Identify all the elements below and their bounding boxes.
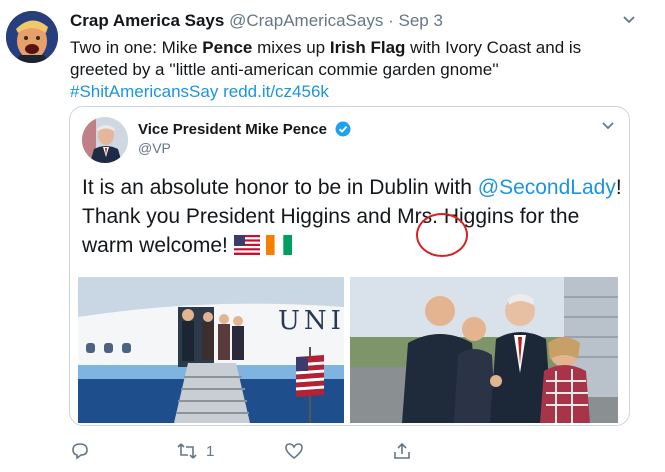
greeting-photo-image [350, 277, 618, 423]
quoted-tweet-card[interactable]: Vice President Mike Pence @VP It is an a… [69, 106, 630, 426]
separator: · [388, 11, 394, 30]
tweet-text-bold: Pence [202, 38, 253, 57]
svg-text:UNI: UNI [278, 306, 344, 336]
chevron-down-icon[interactable] [619, 10, 639, 30]
tweet-text-part: Two in one: Mike [70, 38, 203, 57]
like-icon [285, 443, 303, 460]
url-link[interactable]: redd.it/cz456k [223, 82, 329, 101]
quoted-avatar[interactable] [82, 117, 128, 163]
mention-link[interactable]: @SecondLady [478, 176, 616, 199]
author-name[interactable]: Crap America Says [70, 11, 224, 30]
avatar-image [6, 11, 58, 63]
tweet-actions: 1 [70, 440, 590, 464]
quoted-avatar-image [82, 117, 128, 163]
airplane-photo-image: UNI [78, 277, 344, 423]
quoted-author-name-text: Vice President Mike Pence [138, 121, 327, 138]
highlight-circle [416, 213, 468, 257]
share-icon [394, 442, 410, 459]
quoted-text-part: It is an absolute honor to be in Dublin … [82, 176, 478, 199]
quoted-author-name[interactable]: Vice President Mike Pence [138, 121, 351, 138]
quoted-author-handle[interactable]: @VP [138, 140, 171, 156]
reply-icon [72, 443, 88, 460]
reply-button[interactable] [70, 440, 90, 462]
avatar[interactable] [6, 11, 58, 63]
share-button[interactable] [392, 440, 412, 462]
retweet-button[interactable]: 1 [176, 440, 214, 462]
tweet-date[interactable]: Sep 3 [398, 11, 442, 30]
author-handle[interactable]: @CrapAmericaSays [229, 11, 383, 30]
chevron-down-icon[interactable] [599, 117, 617, 135]
airplane-photo[interactable]: UNI [78, 277, 344, 423]
ivory-coast-flag-icon [265, 235, 292, 255]
hashtag-link[interactable]: #ShitAmericansSay [70, 82, 218, 101]
us-flag-icon [233, 235, 260, 255]
retweet-count: 1 [206, 442, 215, 460]
tweet-text: Two in one: Mike Pence mixes up Irish Fl… [70, 37, 635, 103]
verified-icon [335, 121, 351, 137]
tweet-text-part: mixes up [252, 38, 330, 57]
quoted-tweet-text: It is an absolute honor to be in Dublin … [82, 173, 622, 260]
tweet-header: Crap America Says @CrapAmericaSays · Sep… [70, 11, 625, 31]
like-button[interactable] [284, 440, 304, 462]
retweet-icon [177, 443, 197, 459]
greeting-photo[interactable] [350, 277, 618, 423]
tweet-text-bold: Irish Flag [329, 38, 406, 57]
